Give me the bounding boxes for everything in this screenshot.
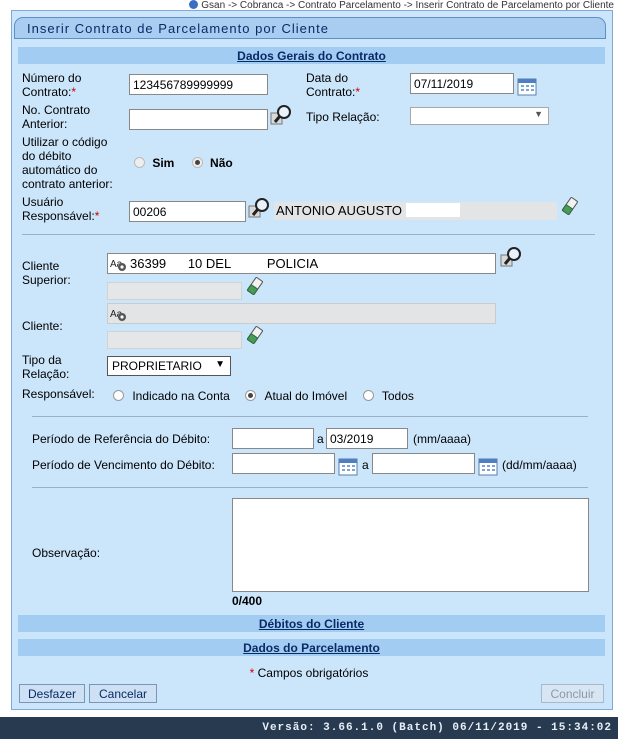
redacted-block bbox=[405, 203, 460, 217]
todos-label: Todos bbox=[381, 389, 414, 403]
cliente-superior-value: 36399 10 DEL POLICIA bbox=[130, 256, 319, 271]
tipo-da-relacao-line1: Tipo da bbox=[22, 353, 62, 367]
numero-contrato-input[interactable] bbox=[129, 74, 268, 95]
utilizar-codigo-options: Sim Não bbox=[134, 156, 233, 170]
contrato-anterior-label-line1: No. Contrato bbox=[22, 103, 91, 117]
page-title: Inserir Contrato de Parcelamento por Cli… bbox=[14, 17, 606, 39]
section-debitos-cliente[interactable]: Débitos do Cliente bbox=[18, 615, 605, 632]
eraser-icon[interactable] bbox=[561, 196, 579, 216]
utilizar-codigo-line1: Utilizar o código bbox=[22, 135, 108, 149]
cliente-extra bbox=[107, 331, 242, 349]
search-icon[interactable] bbox=[270, 104, 294, 126]
data-contrato-label: Data do Contrato:* bbox=[306, 71, 360, 99]
contrato-anterior-label: No. Contrato Anterior: bbox=[22, 103, 90, 131]
tipo-relacao-label: Tipo Relação: bbox=[306, 110, 380, 124]
usuario-label-line2: Responsável: bbox=[22, 209, 95, 223]
dropdown-arrow-icon: ▼ bbox=[215, 359, 225, 370]
section-dados-gerais[interactable]: Dados Gerais do Contrato bbox=[18, 47, 605, 64]
utilizar-codigo-line3: automático do bbox=[22, 163, 98, 177]
search-icon[interactable] bbox=[500, 246, 524, 268]
divider bbox=[32, 487, 588, 488]
calendar-icon[interactable] bbox=[338, 458, 358, 476]
tipo-da-relacao-label: Tipo da Relação: bbox=[22, 353, 69, 381]
periodo-venc-a: a bbox=[362, 458, 369, 472]
numero-contrato-label: Número do Contrato:* bbox=[22, 71, 81, 99]
concluir-button[interactable]: Concluir bbox=[541, 684, 604, 703]
divider bbox=[32, 416, 588, 417]
periodo-venc-ate-input[interactable] bbox=[372, 453, 475, 474]
cancelar-button[interactable]: Cancelar bbox=[89, 684, 157, 703]
version-footer: Versão: 3.66.1.0 (Batch) 06/11/2019 - 15… bbox=[0, 717, 618, 739]
required-mark: * bbox=[94, 209, 100, 223]
divider bbox=[22, 234, 595, 235]
dropdown-arrow-icon: ▼ bbox=[534, 109, 543, 119]
periodo-ref-a: a bbox=[317, 432, 324, 446]
client-icon: Aa bbox=[110, 309, 126, 321]
observacao-textarea[interactable] bbox=[232, 498, 589, 592]
eraser-icon[interactable] bbox=[246, 276, 264, 296]
tipo-relacao-select[interactable]: ▼ bbox=[410, 107, 549, 125]
help-icon[interactable] bbox=[189, 0, 199, 9]
radio-nao[interactable] bbox=[191, 157, 203, 168]
contrato-anterior-label-line2: Anterior: bbox=[22, 117, 68, 131]
section-dados-parcelamento[interactable]: Dados do Parcelamento bbox=[18, 639, 605, 656]
calendar-icon[interactable] bbox=[478, 458, 498, 476]
usuario-label-line1: Usuário bbox=[22, 195, 64, 209]
required-note-text: Campos obrigatórios bbox=[257, 666, 369, 680]
numero-contrato-label-line2: Contrato: bbox=[22, 85, 72, 99]
numero-contrato-label-line1: Número do bbox=[22, 71, 82, 85]
observacao-label: Observação: bbox=[32, 546, 101, 560]
tipo-da-relacao-line2: Relação: bbox=[22, 367, 70, 381]
usuario-label: Usuário Responsável:* bbox=[22, 195, 99, 223]
cliente-label: Cliente: bbox=[22, 319, 63, 333]
desfazer-button[interactable]: Desfazer bbox=[19, 684, 85, 703]
periodo-ref-format: (mm/aaaa) bbox=[413, 432, 472, 446]
periodo-ref-label: Período de Referência do Débito: bbox=[32, 432, 211, 446]
contrato-anterior-input[interactable] bbox=[129, 109, 268, 130]
periodo-venc-label: Período de Vencimento do Débito: bbox=[32, 458, 215, 472]
cliente-superior-label-line1: Cliente bbox=[22, 259, 60, 273]
cliente-superior-label: Cliente Superior: bbox=[22, 259, 71, 287]
required-mark: * bbox=[249, 666, 255, 680]
data-contrato-input[interactable] bbox=[410, 73, 514, 94]
usuario-code-input[interactable] bbox=[129, 201, 246, 222]
indicado-conta-label: Indicado na Conta bbox=[132, 389, 230, 403]
required-note: * Campos obrigatórios bbox=[0, 666, 618, 680]
radio-sim[interactable] bbox=[134, 157, 145, 168]
calendar-icon[interactable] bbox=[517, 78, 537, 96]
tipo-da-relacao-select[interactable]: PROPRIETARIO ▼ bbox=[107, 356, 231, 376]
required-mark: * bbox=[71, 85, 77, 99]
radio-indicado-conta[interactable] bbox=[113, 390, 124, 401]
radio-atual-imovel[interactable] bbox=[245, 390, 257, 401]
cliente-input[interactable] bbox=[107, 303, 496, 324]
nao-label: Não bbox=[210, 156, 233, 170]
responsavel-options: Indicado na Conta Atual do Imóvel Todos bbox=[113, 389, 414, 403]
periodo-ref-de-input[interactable] bbox=[232, 428, 314, 449]
utilizar-codigo-line2: do débito bbox=[22, 149, 72, 163]
search-icon[interactable] bbox=[248, 197, 272, 219]
utilizar-codigo-label: Utilizar o código do débito automático d… bbox=[22, 135, 113, 191]
tipo-da-relacao-value: PROPRIETARIO bbox=[112, 359, 202, 373]
utilizar-codigo-line4: contrato anterior: bbox=[22, 177, 113, 191]
client-icon: Aa bbox=[110, 259, 126, 271]
cliente-superior-input[interactable]: 36399 10 DEL POLICIA bbox=[107, 253, 496, 274]
usuario-name-field: ANTONIO AUGUSTO bbox=[274, 202, 557, 220]
periodo-ref-ate-input[interactable] bbox=[326, 428, 408, 449]
sim-label: Sim bbox=[152, 156, 175, 170]
atual-imovel-label: Atual do Imóvel bbox=[264, 389, 348, 403]
cliente-superior-extra bbox=[107, 282, 242, 300]
observacao-counter: 0/400 bbox=[232, 594, 263, 608]
usuario-name: ANTONIO AUGUSTO bbox=[276, 203, 402, 218]
eraser-icon[interactable] bbox=[246, 325, 264, 345]
data-contrato-label-line2: Contrato: bbox=[306, 85, 356, 99]
periodo-venc-de-input[interactable] bbox=[232, 453, 335, 474]
data-contrato-label-line1: Data do bbox=[306, 71, 349, 85]
required-mark: * bbox=[355, 85, 361, 99]
cliente-superior-label-line2: Superior: bbox=[22, 273, 71, 287]
periodo-venc-format: (dd/mm/aaaa) bbox=[502, 458, 577, 472]
radio-todos[interactable] bbox=[362, 390, 374, 401]
responsavel-label: Responsável: bbox=[22, 387, 95, 401]
